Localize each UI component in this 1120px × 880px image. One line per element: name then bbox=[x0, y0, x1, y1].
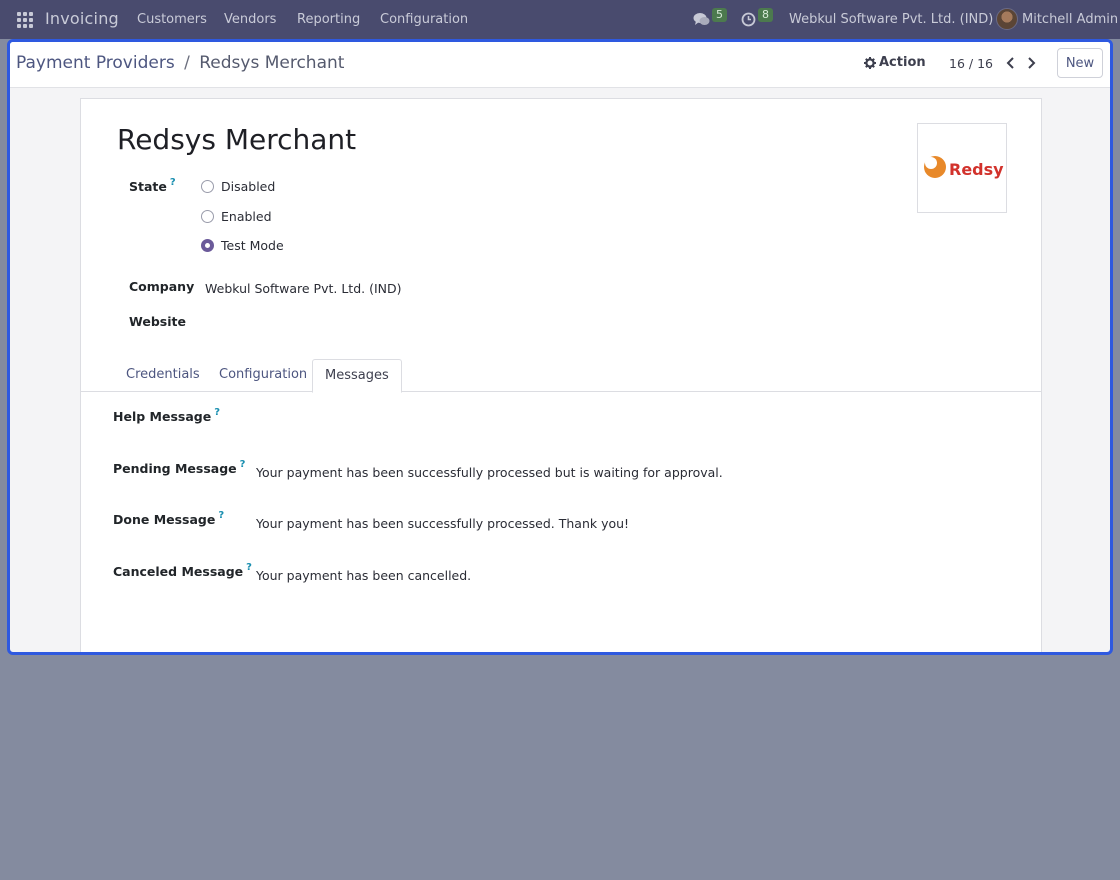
activities-count-badge: 8 bbox=[758, 7, 773, 22]
tab-credentials[interactable]: Credentials bbox=[114, 359, 212, 392]
pager-value[interactable]: 16 / 16 bbox=[949, 56, 993, 71]
pager-previous-button[interactable] bbox=[1004, 54, 1018, 72]
state-label: State? bbox=[129, 177, 176, 194]
pending-message-field[interactable]: Your payment has been successfully proce… bbox=[256, 465, 723, 480]
canceled-message-field[interactable]: Your payment has been cancelled. bbox=[256, 568, 471, 583]
breadcrumb-separator: / bbox=[184, 53, 190, 73]
website-label: Website bbox=[129, 314, 186, 329]
done-message-label: Done Message? bbox=[113, 510, 225, 527]
canceled-message-label: Canceled Message? bbox=[113, 562, 252, 579]
menu-reporting[interactable]: Reporting bbox=[297, 12, 360, 27]
clock-icon bbox=[741, 12, 756, 27]
menu-customers[interactable]: Customers bbox=[137, 12, 207, 27]
help-icon[interactable]: ? bbox=[170, 177, 176, 188]
action-label: Action bbox=[879, 55, 926, 70]
control-panel: Payment Providers / Redsys Merchant Acti… bbox=[10, 42, 1110, 88]
messages-systray[interactable]: 5 bbox=[693, 0, 727, 39]
help-icon[interactable]: ? bbox=[240, 459, 246, 470]
action-menu-button[interactable]: Action bbox=[864, 55, 926, 70]
help-icon[interactable]: ? bbox=[246, 562, 252, 573]
redsys-logo: Redsys bbox=[924, 156, 1004, 179]
provider-logo[interactable]: Redsys bbox=[917, 123, 1007, 213]
radio-unchecked-icon bbox=[201, 180, 214, 193]
user-name: Mitchell Admin bbox=[1022, 11, 1119, 27]
company-field[interactable]: Webkul Software Pvt. Ltd. (IND) bbox=[205, 281, 402, 296]
pending-message-label: Pending Message? bbox=[113, 459, 246, 476]
activities-systray[interactable]: 8 bbox=[741, 0, 773, 39]
company-switcher[interactable]: Webkul Software Pvt. Ltd. (IND) bbox=[789, 12, 993, 27]
avatar bbox=[996, 8, 1018, 30]
radio-unchecked-icon bbox=[201, 210, 214, 223]
app-menu-grid-icon[interactable] bbox=[17, 12, 33, 28]
menu-vendors[interactable]: Vendors bbox=[224, 12, 276, 27]
state-option-disabled[interactable]: Disabled bbox=[201, 179, 275, 194]
form-view-frame: Payment Providers / Redsys Merchant Acti… bbox=[7, 39, 1113, 655]
app-brand[interactable]: Invoicing bbox=[45, 9, 119, 28]
record-title[interactable]: Redsys Merchant bbox=[117, 123, 356, 156]
help-icon[interactable]: ? bbox=[218, 510, 224, 521]
help-message-label: Help Message? bbox=[113, 407, 220, 424]
chat-bubbles-icon bbox=[693, 13, 710, 25]
tab-configuration[interactable]: Configuration bbox=[207, 359, 319, 392]
done-message-field[interactable]: Your payment has been successfully proce… bbox=[256, 516, 629, 531]
website-field[interactable] bbox=[205, 314, 505, 332]
company-label: Company bbox=[129, 279, 195, 294]
tab-messages[interactable]: Messages bbox=[312, 359, 402, 393]
user-menu[interactable]: Mitchell Admin bbox=[996, 8, 1118, 30]
state-option-enabled[interactable]: Enabled bbox=[201, 209, 272, 224]
notebook-tabs: Credentials Configuration Messages bbox=[81, 359, 1041, 393]
help-message-field[interactable] bbox=[256, 409, 956, 427]
pager-next-button[interactable] bbox=[1024, 54, 1038, 72]
chevron-right-icon bbox=[1028, 57, 1036, 69]
menu-configuration[interactable]: Configuration bbox=[380, 12, 468, 27]
breadcrumb: Payment Providers / Redsys Merchant bbox=[16, 53, 344, 73]
breadcrumb-current: Redsys Merchant bbox=[199, 53, 345, 73]
new-button[interactable]: New bbox=[1057, 48, 1103, 78]
form-sheet: Redsys Merchant Redsys State? Disabled E… bbox=[80, 98, 1042, 652]
chevron-left-icon bbox=[1006, 57, 1014, 69]
radio-checked-icon bbox=[201, 239, 214, 252]
top-navbar: Invoicing Customers Vendors Reporting Co… bbox=[0, 0, 1120, 39]
breadcrumb-parent-link[interactable]: Payment Providers bbox=[16, 53, 175, 73]
help-icon[interactable]: ? bbox=[214, 407, 220, 418]
state-option-test-mode[interactable]: Test Mode bbox=[201, 238, 284, 253]
gear-icon bbox=[864, 56, 876, 69]
messages-count-badge: 5 bbox=[712, 7, 727, 22]
logo-text: Redsys bbox=[949, 160, 1004, 179]
